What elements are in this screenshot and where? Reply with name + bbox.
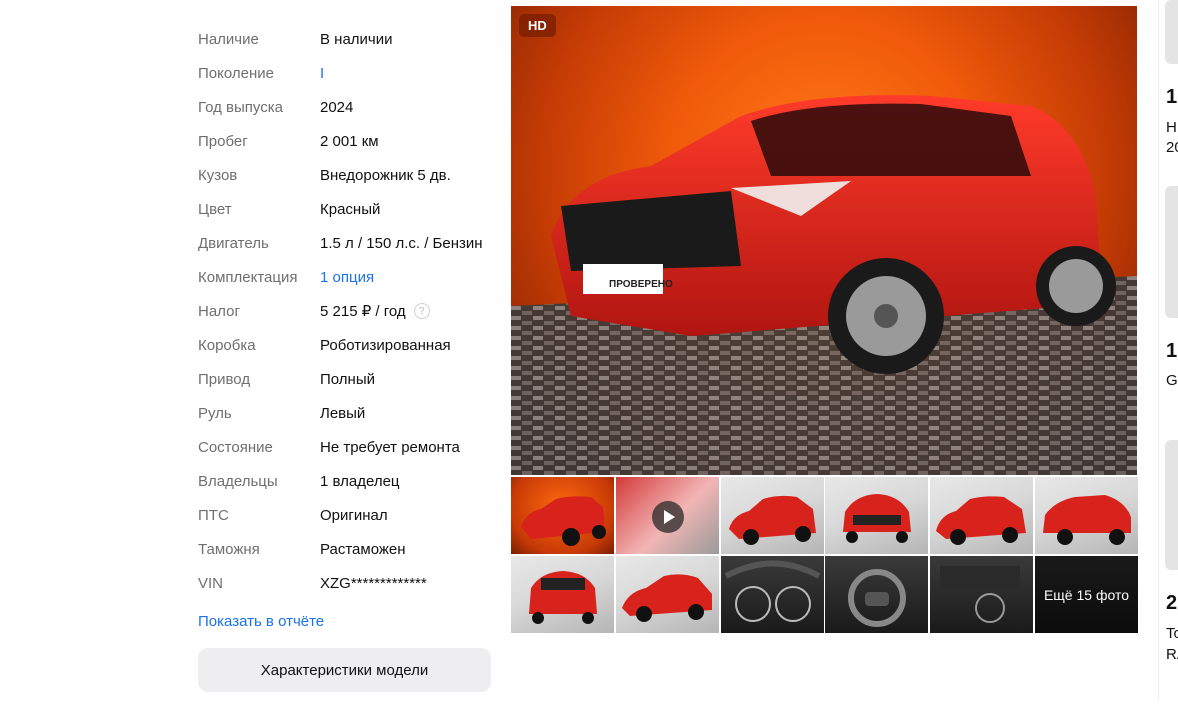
spec-value-tax: 5 215 ₽ / год ? — [320, 302, 430, 320]
spec-label: Привод — [198, 370, 251, 388]
spec-value: Растаможен — [320, 540, 406, 558]
spec-label: Поколение — [198, 64, 274, 82]
spec-label: Комплектация — [198, 268, 298, 286]
spec-label: Наличие — [198, 30, 259, 48]
spec-row-year: Год выпуска 2024 — [198, 90, 498, 124]
dashboard-icon — [724, 560, 821, 622]
video-thumbnail[interactable] — [615, 477, 719, 554]
spec-row-color: Цвет Красный — [198, 192, 498, 226]
spec-row-gearbox: Коробка Роботизированная — [198, 328, 498, 362]
generation-link[interactable]: I — [320, 65, 324, 82]
spec-row-body: Кузов Внедорожник 5 дв. — [198, 158, 498, 192]
thumbnail-9[interactable] — [720, 556, 824, 633]
spec-label: Коробка — [198, 336, 256, 354]
spec-row-condition: Состояние Не требует ремонта — [198, 430, 498, 464]
spec-value: Внедорожник 5 дв. — [320, 166, 451, 184]
listing-price: 1 — [1166, 340, 1178, 362]
spec-row-drive: Привод Полный — [198, 362, 498, 396]
listing-year: 20 — [1166, 139, 1178, 156]
more-photos-thumbnail[interactable]: Ещё 15 фото — [1034, 556, 1138, 633]
spec-label: Двигатель — [198, 234, 269, 252]
car-thumbnail-icon — [1042, 495, 1131, 545]
verified-plate: ПРОВЕРЕНО — [609, 279, 673, 290]
car-thumbnail-icon — [843, 494, 912, 543]
spec-label: ПТС — [198, 506, 229, 524]
thumbnail-grid: Ещё 15 фото — [511, 477, 1138, 633]
thumbnail-4[interactable] — [825, 477, 929, 554]
thumbnail-3[interactable] — [720, 477, 824, 554]
listing-thumbnail[interactable] — [1165, 186, 1178, 318]
car-thumbnail-icon — [728, 495, 816, 545]
spec-row-availability: Наличие В наличии — [198, 22, 498, 56]
thumbnail-5[interactable] — [930, 477, 1034, 554]
spec-value: 2 001 км — [320, 132, 379, 150]
spec-row-mileage: Пробег 2 001 км — [198, 124, 498, 158]
spec-value: Левый — [320, 404, 366, 422]
spec-label: Владельцы — [198, 472, 278, 490]
car-photo — [511, 95, 1137, 475]
thumbnail-7[interactable] — [511, 556, 614, 633]
car-thumbnail-icon — [521, 496, 606, 546]
steering-wheel-icon — [848, 569, 907, 627]
model-specs-button[interactable]: Характеристики модели — [198, 648, 491, 692]
spec-label: Кузов — [198, 166, 238, 184]
spec-value: Не требует ремонта — [320, 438, 460, 456]
spec-label: Налог — [198, 302, 240, 320]
listing-thumbnail[interactable] — [1165, 0, 1178, 64]
spec-label: Руль — [198, 404, 232, 422]
spec-row-engine: Двигатель 1.5 л / 150 л.с. / Бензин — [198, 226, 498, 260]
listing-subtitle: RA — [1166, 646, 1178, 663]
spec-row-customs: Таможня Растаможен — [198, 532, 498, 566]
spec-label: VIN — [198, 574, 224, 592]
similar-listings-column: 1 H 20 1 G 2 To RA — [1158, 0, 1178, 700]
listing-price: 1 — [1166, 86, 1178, 108]
car-thumbnail-icon — [621, 574, 712, 622]
spec-value: Оригинал — [320, 506, 388, 524]
spec-row-generation: Поколение I — [198, 56, 498, 90]
car-thumbnail-icon — [529, 571, 597, 624]
play-icon — [651, 501, 684, 533]
trim-options-link[interactable]: 1 опция — [320, 269, 374, 286]
thumbnail-6[interactable] — [1034, 477, 1138, 554]
spec-row-owners: Владельцы 1 владелец — [198, 464, 498, 498]
spec-value: Полный — [320, 370, 375, 388]
spec-label: Цвет — [198, 200, 232, 218]
spec-value: 1 владелец — [320, 472, 400, 490]
help-icon[interactable]: ? — [413, 303, 430, 319]
thumbnail-8[interactable] — [615, 556, 719, 633]
spec-label: Таможня — [198, 540, 260, 558]
spec-row-steering: Руль Левый — [198, 396, 498, 430]
spec-value: Красный — [320, 200, 381, 218]
spec-value: Роботизированная — [320, 336, 451, 354]
spec-value: XZG************* — [320, 574, 427, 592]
interior-icon — [940, 566, 1021, 623]
listing-thumbnail[interactable] — [1165, 440, 1178, 570]
spec-row-pts: ПТС Оригинал — [198, 498, 498, 532]
spec-row-tax: Налог 5 215 ₽ / год ? — [198, 294, 498, 328]
spec-value: 1.5 л / 150 л.с. / Бензин — [320, 234, 483, 252]
spec-value: В наличии — [320, 30, 393, 48]
listing-title: G — [1166, 372, 1178, 389]
specs-list: Наличие В наличии Поколение I Год выпуск… — [198, 22, 498, 600]
listing-title: To — [1166, 625, 1178, 642]
hd-badge: HD — [519, 14, 556, 37]
listing-title: H — [1166, 119, 1177, 136]
thumbnail-11[interactable] — [930, 556, 1034, 633]
thumbnail-10[interactable] — [825, 556, 929, 633]
more-photos-label: Ещё 15 фото — [1034, 556, 1138, 633]
tax-value: 5 215 ₽ / год — [320, 303, 406, 320]
spec-label: Год выпуска — [198, 98, 283, 116]
listing-price: 2 — [1166, 592, 1178, 614]
main-photo[interactable]: HD ПРОВЕРЕНО — [511, 6, 1137, 475]
spec-label: Пробег — [198, 132, 248, 150]
spec-row-vin: VIN XZG************* — [198, 566, 498, 600]
spec-label: Состояние — [198, 438, 273, 456]
car-thumbnail-icon — [936, 496, 1027, 545]
show-report-link[interactable]: Показать в отчёте — [198, 613, 324, 630]
thumbnail-1[interactable] — [511, 477, 614, 554]
spec-value: 2024 — [320, 98, 354, 116]
spec-row-trim: Комплектация 1 опция — [198, 260, 498, 294]
